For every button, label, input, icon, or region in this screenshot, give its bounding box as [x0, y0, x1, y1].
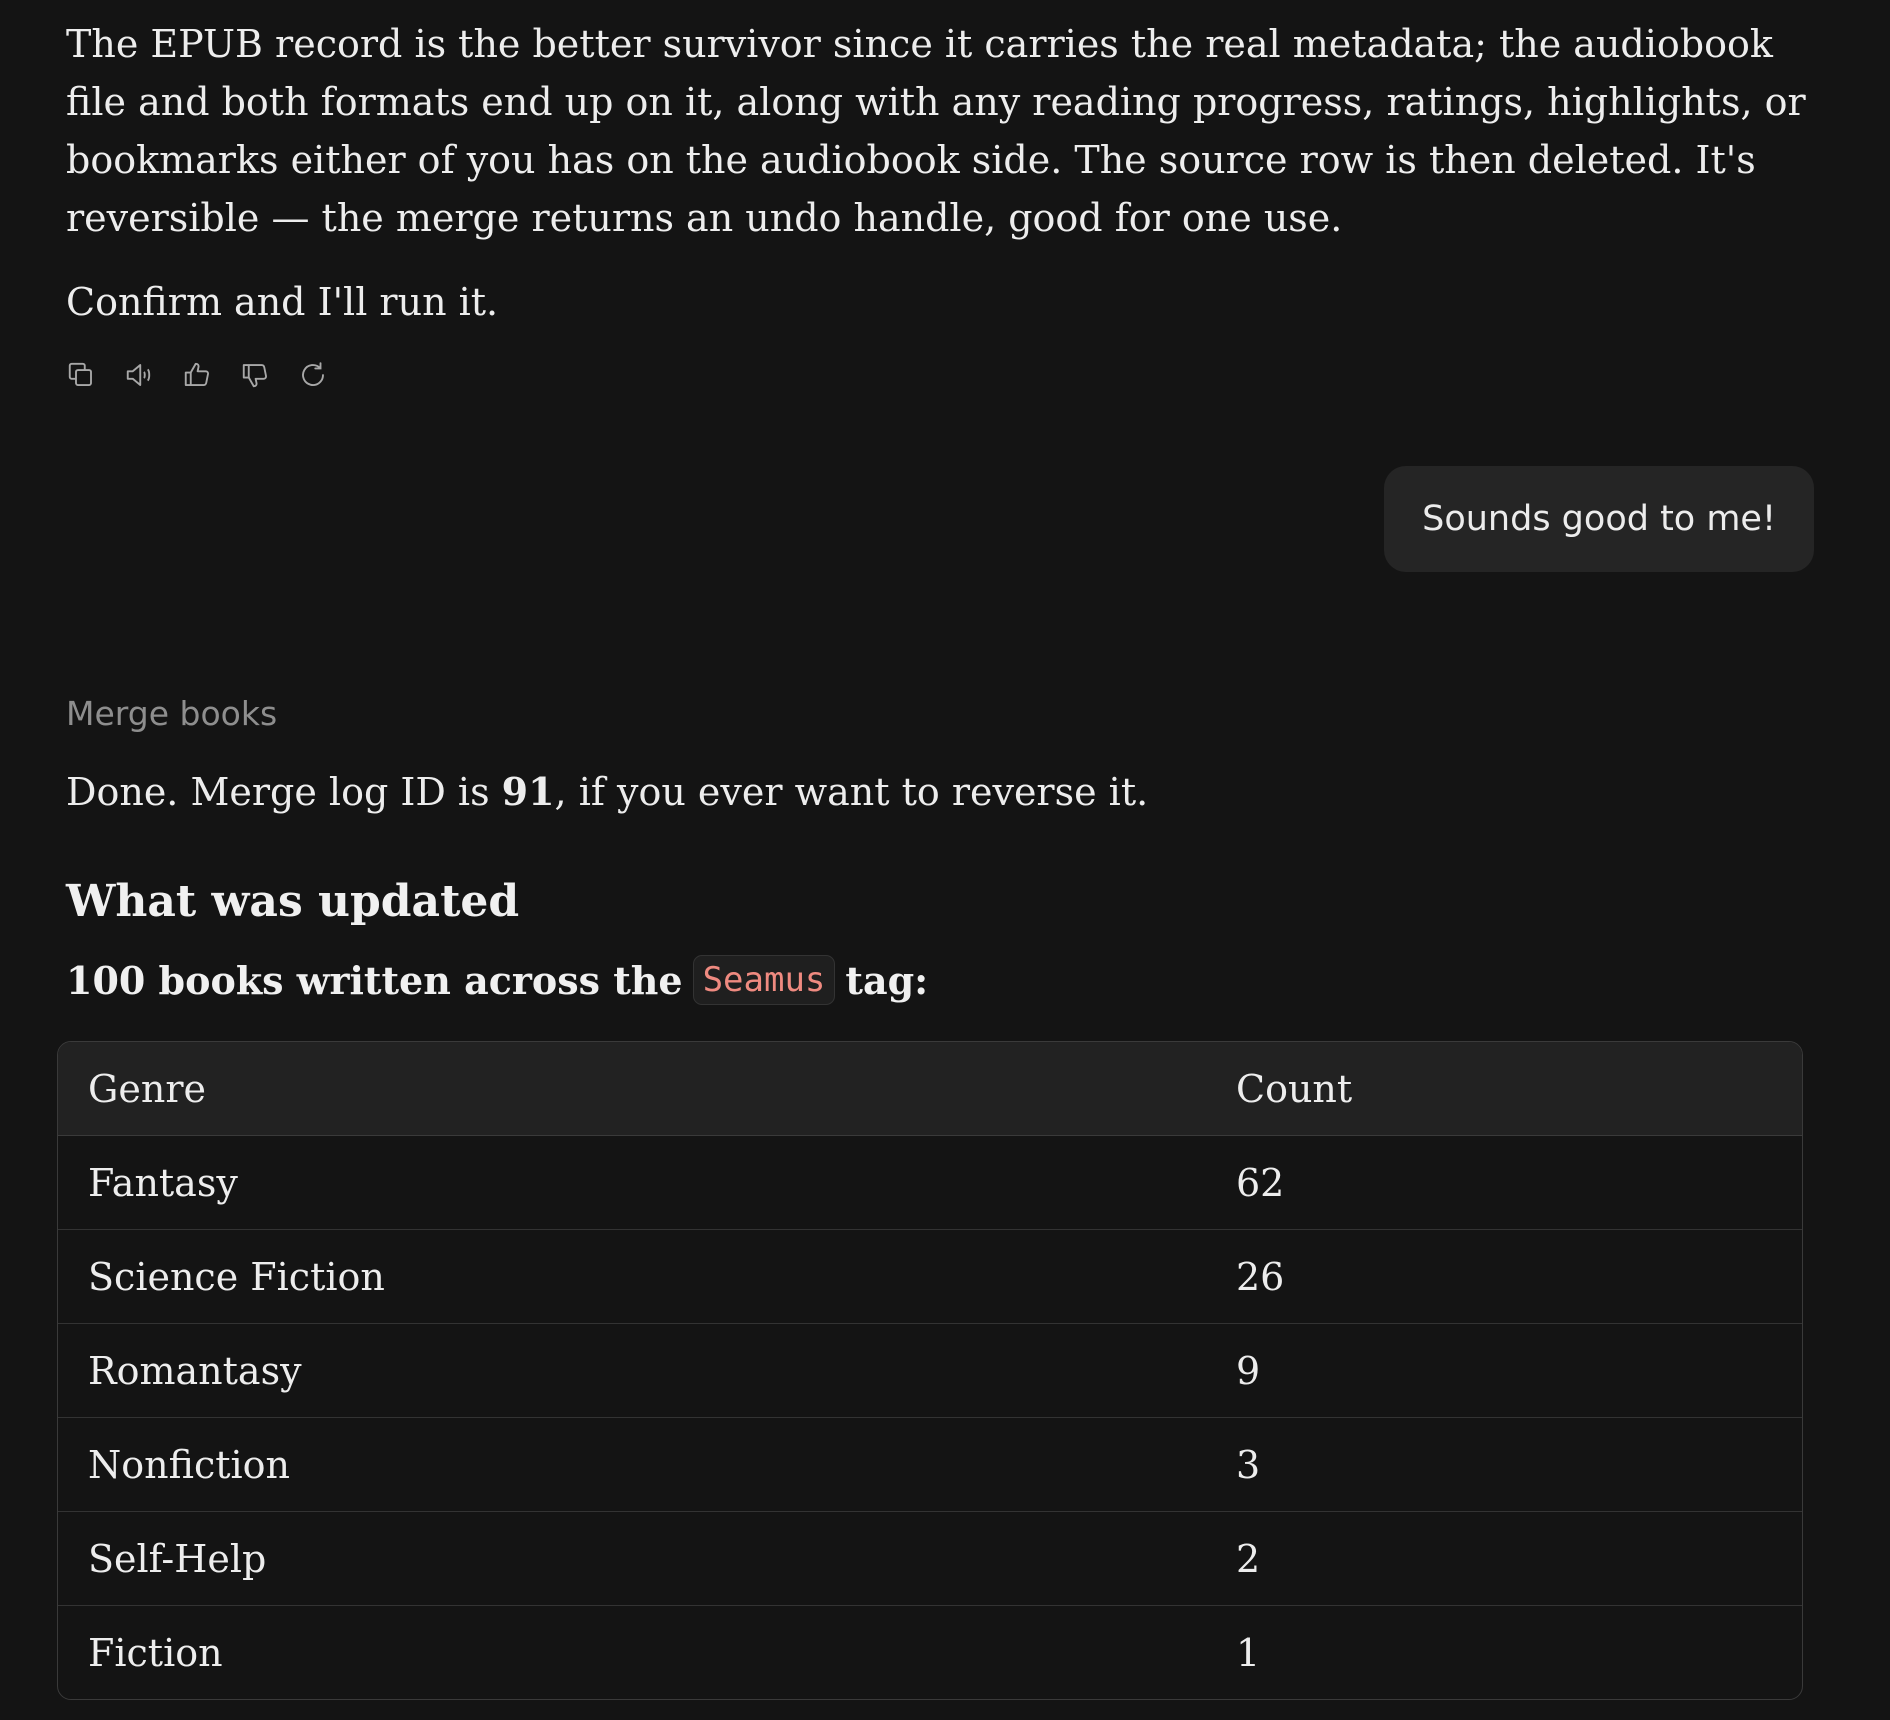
regenerate-icon	[302, 362, 324, 386]
merge-log-id: 91	[501, 769, 555, 814]
tag-code: Seamus	[692, 955, 836, 1005]
merge-result-text: Done. Merge log ID is 91, if you ever wa…	[66, 763, 1148, 821]
regenerate-button[interactable]	[298, 360, 328, 390]
section-heading: What was updated	[66, 876, 520, 927]
count-cell: 1	[1206, 1605, 1802, 1699]
read-aloud-button[interactable]	[124, 360, 154, 390]
genre-table: Genre Count Fantasy 62 Science Fiction 2…	[57, 1041, 1803, 1700]
table-row: Romantasy 9	[58, 1323, 1802, 1418]
copy-icon	[68, 362, 92, 386]
count-cell: 26	[1206, 1229, 1802, 1324]
genre-cell: Fiction	[58, 1605, 1206, 1699]
table-row: Nonfiction 3	[58, 1417, 1802, 1512]
table-row: Science Fiction 26	[58, 1229, 1802, 1324]
genre-cell: Romantasy	[58, 1323, 1206, 1418]
message-actions	[66, 360, 328, 390]
count-cell: 3	[1206, 1417, 1802, 1512]
genre-cell: Fantasy	[88, 1160, 238, 1205]
section-subheading: 100 books written across the Seamus tag:	[66, 955, 928, 1005]
table-row: Fantasy 62	[58, 1136, 1802, 1230]
subheading-after: tag:	[845, 957, 929, 1003]
table-row: Self-Help 2	[58, 1511, 1802, 1606]
genre-cell: Nonfiction	[58, 1417, 1206, 1512]
count-cell: 62	[1236, 1160, 1285, 1205]
thumbs-down-icon	[242, 364, 267, 388]
tool-call-label[interactable]: Merge books	[66, 694, 277, 733]
table-header-row: Genre Count	[58, 1042, 1802, 1136]
genre-cell: Self-Help	[58, 1511, 1206, 1606]
user-message-bubble: Sounds good to me!	[1384, 466, 1814, 572]
table-row: Fiction 1	[58, 1605, 1802, 1699]
genre-cell: Science Fiction	[58, 1229, 1206, 1324]
thumbs-up-button[interactable]	[182, 360, 212, 390]
subheading-before: 100 books written across the	[66, 957, 683, 1003]
count-cell: 9	[1206, 1323, 1802, 1418]
copy-button[interactable]	[66, 360, 96, 390]
assistant-paragraph: The EPUB record is the better survivor s…	[66, 22, 1806, 240]
header-genre: Genre	[58, 1042, 1206, 1136]
assistant-confirm-text: Confirm and I'll run it.	[66, 280, 499, 324]
result-text-after: , if you ever want to reverse it.	[554, 770, 1149, 814]
thumbs-down-button[interactable]	[240, 360, 270, 390]
thumbs-up-icon	[184, 362, 209, 386]
count-cell: 2	[1206, 1511, 1802, 1606]
speaker-icon	[126, 364, 151, 386]
header-count: Count	[1206, 1042, 1802, 1136]
result-text-before: Done. Merge log ID is	[66, 770, 502, 814]
